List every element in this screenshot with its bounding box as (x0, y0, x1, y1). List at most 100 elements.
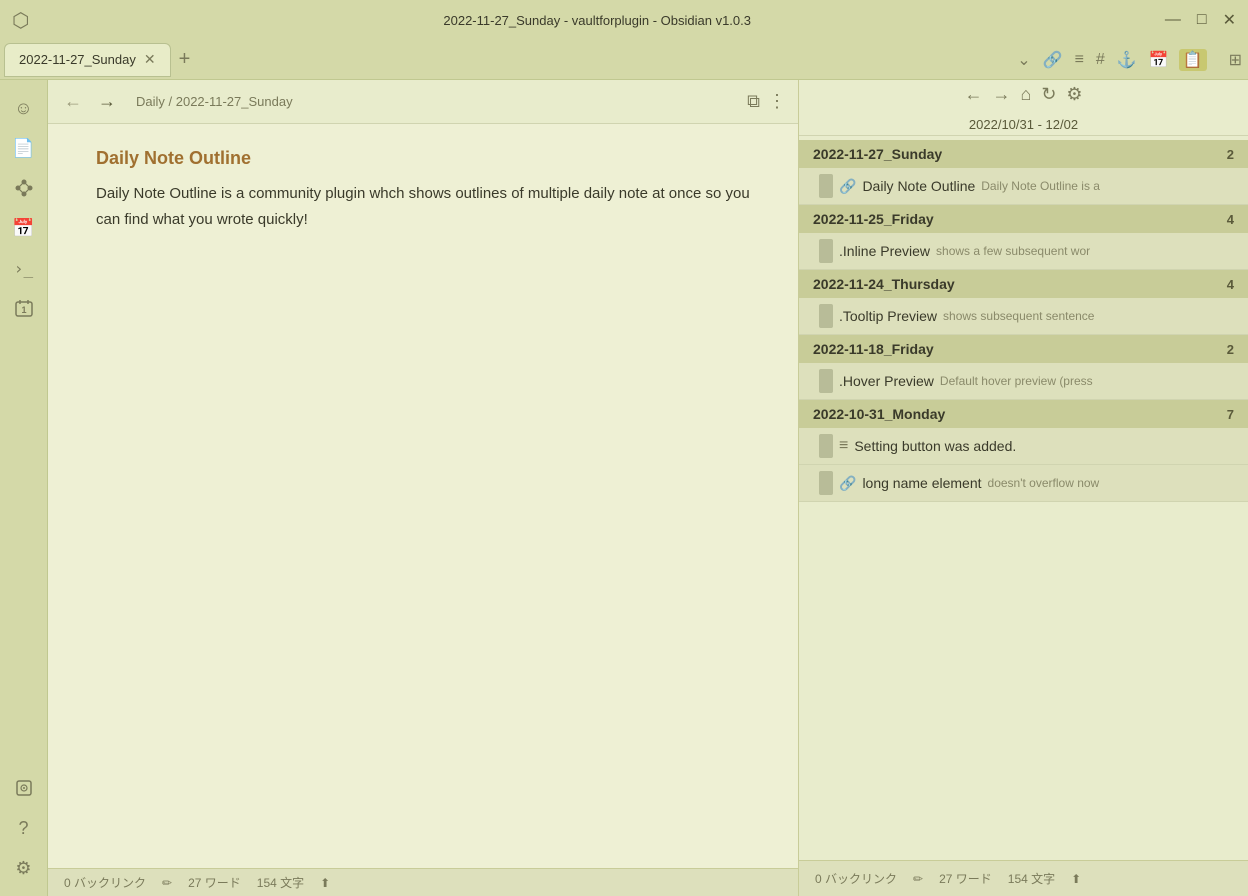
sidebar-icon-help[interactable]: ? (6, 810, 42, 846)
sidebar-icon-daily[interactable]: 1 (6, 290, 42, 326)
more-options-button[interactable]: ⋮ (768, 91, 786, 112)
date-row[interactable]: 2022-11-27_Sunday 2 (799, 140, 1248, 168)
sidebar-icon-calendar[interactable]: 📅 (6, 210, 42, 246)
hash-icon[interactable]: # (1094, 49, 1107, 71)
indent-block (819, 471, 833, 495)
calendar-icon[interactable]: 📅 (1147, 48, 1171, 72)
list-item[interactable]: .Inline Preview shows a few subsequent w… (799, 233, 1248, 270)
editor-forward-button[interactable]: → (94, 89, 120, 114)
date-row[interactable]: 2022-11-24_Thursday 4 (799, 270, 1248, 298)
title-bar: ⬡ 2022-11-27_Sunday - vaultforplugin - O… (0, 0, 1248, 40)
list-icon: ≡ (839, 437, 848, 455)
date-label: 2022-11-25_Friday (813, 211, 934, 227)
item-preview: shows a few subsequent wor (936, 244, 1234, 258)
editor-toolbar: ← → Daily / 2022-11-27_Sunday ⧉ ⋮ (48, 80, 798, 124)
editor-back-button[interactable]: ← (60, 89, 86, 114)
right-words: 27 ワード (939, 870, 992, 887)
item-preview: doesn't overflow now (988, 476, 1234, 490)
right-backlinks: 0 バックリンク (815, 870, 897, 887)
obsidian-logo-icon: ⬡ (12, 8, 29, 33)
item-title: long name element (862, 475, 981, 491)
close-button[interactable]: ✕ (1223, 10, 1236, 30)
calendar-view-icon[interactable]: 📋 (1179, 49, 1207, 71)
list-item[interactable]: .Hover Preview Default hover preview (pr… (799, 363, 1248, 400)
date-count: 4 (1227, 212, 1234, 227)
right-refresh-button[interactable]: ↻ (1041, 84, 1056, 105)
item-preview: shows subsequent sentence (943, 309, 1234, 323)
sidebar-icon-location[interactable] (6, 770, 42, 806)
outline-list: 2022-11-27_Sunday 2 🔗 Daily Note Outline… (799, 136, 1248, 860)
right-back-button[interactable]: ← (964, 84, 982, 105)
date-count: 2 (1227, 342, 1234, 357)
indent-block (819, 239, 833, 263)
new-tab-button[interactable]: + (171, 48, 199, 71)
sidebar-icon-settings[interactable]: ⚙ (6, 850, 42, 886)
date-count: 2 (1227, 147, 1234, 162)
date-row[interactable]: 2022-10-31_Monday 7 (799, 400, 1248, 428)
indent-block (819, 434, 833, 458)
list-item[interactable]: 🔗 long name element doesn't overflow now (799, 465, 1248, 502)
split-view-icon[interactable]: ⊞ (1227, 48, 1244, 72)
right-sync-icon: ⬆ (1071, 872, 1081, 886)
sidebar-icon-terminal[interactable]: ›_ (6, 250, 42, 286)
anchor-icon[interactable]: ⚓ (1115, 48, 1139, 72)
maximize-button[interactable]: □ (1197, 11, 1207, 29)
date-row[interactable]: 2022-11-18_Friday 2 (799, 335, 1248, 363)
right-settings-button[interactable]: ⚙ (1066, 84, 1082, 105)
item-title: Daily Note Outline (862, 178, 975, 194)
item-preview: Daily Note Outline is a (981, 179, 1234, 193)
sidebar-icon-file[interactable]: 📄 (6, 130, 42, 166)
date-range: 2022/10/31 - 12/02 (969, 117, 1078, 132)
right-panel: ← → ⌂ ↻ ⚙ 2022/10/31 - 12/02 2022-11-27_… (798, 80, 1248, 896)
right-chars: 154 文字 (1008, 870, 1055, 887)
right-home-button[interactable]: ⌂ (1020, 84, 1031, 105)
right-forward-button[interactable]: → (992, 84, 1010, 105)
char-count: 154 文字 (257, 874, 304, 891)
right-edit-icon: ✏ (913, 872, 923, 886)
date-row[interactable]: 2022-11-25_Friday 4 (799, 205, 1248, 233)
date-label: 2022-11-27_Sunday (813, 146, 942, 162)
editor-statusbar: 0 バックリンク ✏ 27 ワード 154 文字 ⬆ (48, 868, 798, 896)
sidebar-icon-graph[interactable] (6, 170, 42, 206)
item-title: .Tooltip Preview (839, 308, 937, 324)
tab-active[interactable]: 2022-11-27_Sunday ✕ (4, 43, 171, 77)
tab-dropdown-icon[interactable]: ⌄ (1015, 48, 1032, 72)
indent-block (819, 304, 833, 328)
indent-block (819, 174, 833, 198)
editor-breadcrumb: Daily / 2022-11-27_Sunday (136, 94, 293, 109)
item-title: .Hover Preview (839, 373, 934, 389)
item-preview: Default hover preview (press (940, 374, 1234, 388)
sync-icon: ⬆ (320, 876, 330, 890)
date-label: 2022-11-18_Friday (813, 341, 934, 357)
list-item[interactable]: ≡ Setting button was added. (799, 428, 1248, 465)
reading-view-button[interactable]: ⧉ (747, 91, 760, 112)
tab-close-button[interactable]: ✕ (144, 51, 156, 68)
note-heading: Daily Note Outline (96, 148, 750, 169)
date-label: 2022-11-24_Thursday (813, 276, 955, 292)
tab-bar: 2022-11-27_Sunday ✕ + ⌄ 🔗 ≡ # ⚓ 📅 📋 ⊞ (0, 40, 1248, 80)
right-panel-nav: ← → ⌂ ↻ ⚙ (964, 84, 1082, 105)
note-body: Daily Note Outline is a community plugin… (96, 181, 750, 232)
sidebar-icon-emoji[interactable]: ☺ (6, 90, 42, 126)
tab-label: 2022-11-27_Sunday (19, 52, 136, 67)
left-sidebar: ☺ 📄 📅 ›_ 1 (0, 80, 48, 896)
date-count: 7 (1227, 407, 1234, 422)
link-icon: 🔗 (839, 178, 856, 195)
main-layout: ☺ 📄 📅 ›_ 1 (0, 80, 1248, 896)
editor-toolbar-right: ⧉ ⋮ (747, 91, 786, 112)
link-icon[interactable]: 🔗 (1041, 48, 1065, 72)
right-panel-toolbar: ← → ⌂ ↻ ⚙ 2022/10/31 - 12/02 (799, 80, 1248, 136)
list-item[interactable]: .Tooltip Preview shows subsequent senten… (799, 298, 1248, 335)
edit-icon: ✏ (162, 876, 172, 890)
link-icon: 🔗 (839, 475, 856, 492)
list-icon[interactable]: ≡ (1073, 49, 1086, 71)
item-title: .Inline Preview (839, 243, 930, 259)
window-controls: — □ ✕ (1165, 10, 1236, 30)
minimize-button[interactable]: — (1165, 11, 1181, 29)
list-item[interactable]: 🔗 Daily Note Outline Daily Note Outline … (799, 168, 1248, 205)
word-count: 27 ワード (188, 874, 241, 891)
indent-block (819, 369, 833, 393)
editor-content: Daily Note Outline Daily Note Outline is… (48, 124, 798, 868)
date-count: 4 (1227, 277, 1234, 292)
window-title: 2022-11-27_Sunday - vaultforplugin - Obs… (29, 13, 1164, 28)
